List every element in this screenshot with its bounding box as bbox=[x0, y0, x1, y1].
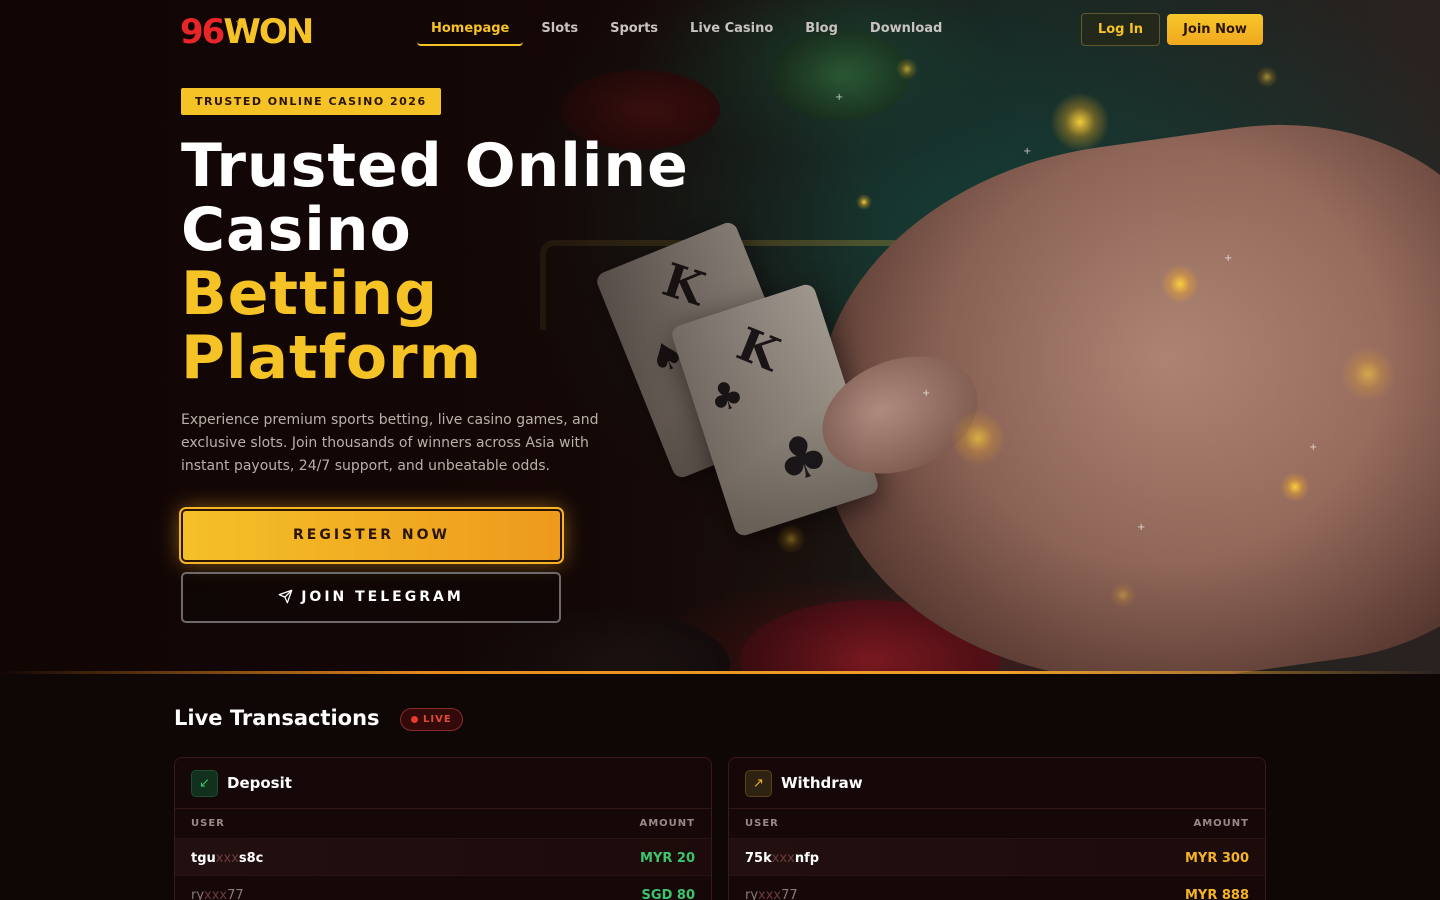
row-user: 75kxxxnfp bbox=[745, 851, 820, 866]
row-user: tguxxxs8c bbox=[191, 851, 264, 866]
arrow-down-left-icon: ↙ bbox=[191, 770, 218, 797]
withdraw-panel: ↗ Withdraw USER AMOUNT 75kxxxnfp MYR 300… bbox=[728, 757, 1266, 900]
row-user: ryxxx77 bbox=[191, 888, 244, 900]
hero-description: Experience premium sports betting, live … bbox=[181, 412, 599, 474]
glow-particle bbox=[950, 410, 1006, 466]
login-button[interactable]: Log In bbox=[1081, 13, 1160, 46]
glow-particle bbox=[896, 58, 918, 80]
join-telegram-button[interactable]: JOIN TELEGRAM bbox=[181, 572, 561, 623]
nav-sports[interactable]: Sports bbox=[596, 12, 672, 46]
sparkle-icon: + bbox=[922, 388, 931, 399]
sparkle-icon: + bbox=[1137, 522, 1146, 533]
withdraw-header: ↗ Withdraw bbox=[729, 758, 1265, 809]
headline-line-3: Betting bbox=[181, 259, 439, 329]
row-amount: MYR 300 bbox=[1184, 851, 1249, 866]
table-row: ryxxx77 MYR 888 bbox=[729, 875, 1265, 900]
main-nav: Homepage Slots Sports Live Casino Blog D… bbox=[417, 12, 960, 46]
crown-icon: ♛ bbox=[235, 17, 246, 31]
column-user: USER bbox=[191, 818, 225, 829]
table-row: tguxxxs8c MYR 20 bbox=[175, 838, 711, 875]
withdraw-column-headers: USER AMOUNT bbox=[729, 809, 1265, 838]
live-dot-icon bbox=[411, 716, 418, 723]
glow-particle bbox=[1110, 582, 1136, 608]
sparkle-icon: + bbox=[1224, 253, 1233, 264]
sparkle-icon: + bbox=[1309, 442, 1318, 453]
register-now-button[interactable]: REGISTER NOW bbox=[179, 507, 564, 564]
glow-particle bbox=[1050, 92, 1110, 152]
row-amount: SGD 80 bbox=[641, 888, 695, 900]
trusted-badge: TRUSTED ONLINE CASINO 2026 bbox=[181, 88, 441, 115]
send-icon bbox=[278, 589, 293, 604]
top-navbar: ♛ 96WON Homepage Slots Sports Live Casin… bbox=[0, 0, 1440, 58]
nav-download[interactable]: Download bbox=[856, 12, 956, 46]
glow-particle bbox=[776, 524, 806, 554]
column-amount: AMOUNT bbox=[639, 818, 695, 829]
headline-line-1: Trusted Online bbox=[181, 131, 689, 201]
withdraw-title: Withdraw bbox=[781, 774, 863, 792]
row-amount: MYR 888 bbox=[1184, 888, 1249, 900]
column-amount: AMOUNT bbox=[1193, 818, 1249, 829]
sparkle-icon: + bbox=[835, 92, 844, 103]
sparkle-icon: + bbox=[1023, 146, 1032, 157]
deposit-header: ↙ Deposit bbox=[175, 758, 711, 809]
row-user: ryxxx77 bbox=[745, 888, 798, 900]
table-row: 75kxxxnfp MYR 300 bbox=[729, 838, 1265, 875]
hero-headline: Trusted Online Casino Betting Platform bbox=[181, 134, 741, 390]
headline-line-4: Platform bbox=[181, 323, 483, 393]
join-now-button[interactable]: Join Now bbox=[1167, 14, 1263, 45]
deposit-column-headers: USER AMOUNT bbox=[175, 809, 711, 838]
glow-particle bbox=[1256, 66, 1278, 88]
deposit-title: Deposit bbox=[227, 774, 292, 792]
glow-particle bbox=[1340, 346, 1396, 402]
hero-divider bbox=[0, 671, 1440, 674]
glow-particle bbox=[1160, 264, 1200, 304]
deposit-panel: ↙ Deposit USER AMOUNT tguxxxs8c MYR 20 r… bbox=[174, 757, 712, 900]
headline-line-2: Casino bbox=[181, 195, 412, 265]
nav-live-casino[interactable]: Live Casino bbox=[676, 12, 787, 46]
column-user: USER bbox=[745, 818, 779, 829]
nav-slots[interactable]: Slots bbox=[527, 12, 592, 46]
join-telegram-label: JOIN TELEGRAM bbox=[301, 589, 464, 605]
arrow-up-right-icon: ↗ bbox=[745, 770, 772, 797]
glow-particle bbox=[856, 194, 872, 210]
live-label: LIVE bbox=[423, 714, 452, 725]
site-logo[interactable]: ♛ 96WON bbox=[180, 12, 314, 52]
live-transactions-title: Live Transactions bbox=[174, 706, 380, 730]
live-badge: LIVE bbox=[400, 708, 463, 731]
glow-particle bbox=[1280, 472, 1310, 502]
nav-homepage[interactable]: Homepage bbox=[417, 12, 524, 46]
nav-blog[interactable]: Blog bbox=[791, 12, 852, 46]
row-amount: MYR 20 bbox=[640, 851, 695, 866]
table-row: ryxxx77 SGD 80 bbox=[175, 875, 711, 900]
